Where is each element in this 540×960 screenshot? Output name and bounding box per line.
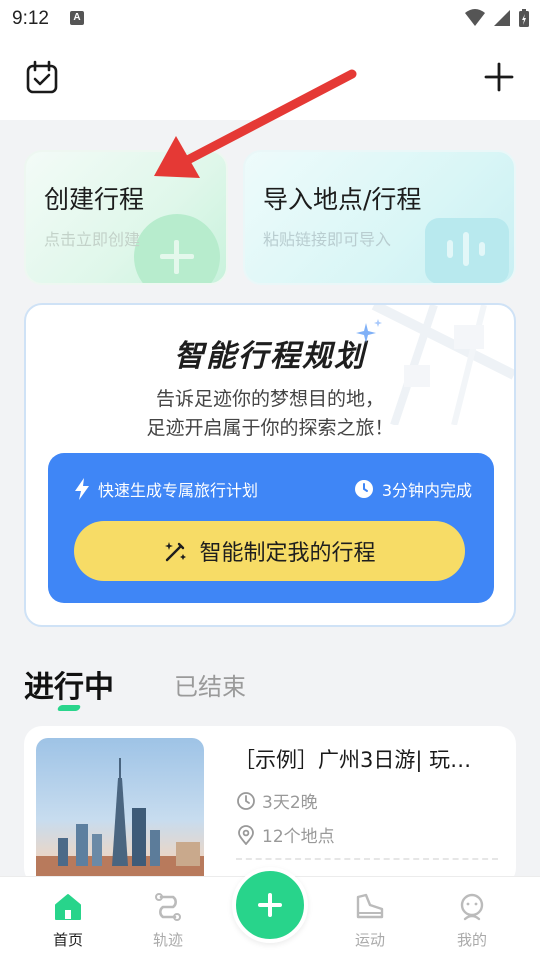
trip-cover-image <box>36 738 204 886</box>
tab-finished[interactable]: 已结束 <box>174 667 246 702</box>
nav-home[interactable]: 首页 <box>28 893 108 950</box>
create-plus-decoration <box>134 214 220 283</box>
smart-plan-description: 告诉足迹你的梦想目的地， 足迹开启属于你的探索之旅！ <box>26 385 514 443</box>
import-chart-decoration <box>425 218 509 283</box>
smart-plan-button[interactable]: 智能制定我的行程 <box>74 521 465 581</box>
nav-home-label: 首页 <box>52 931 83 949</box>
trip-divider <box>236 858 498 860</box>
trip-duration: 3天2晚 <box>236 788 318 813</box>
magic-wand-icon <box>165 542 187 562</box>
plus-icon <box>258 893 282 917</box>
create-trip-title: 创建行程 <box>44 185 145 214</box>
tab-indicator <box>56 705 82 711</box>
nav-track[interactable]: 轨迹 <box>128 893 208 950</box>
signal-icon <box>494 10 510 26</box>
smart-plan-desc-line2: 足迹开启属于你的探索之旅！ <box>146 417 394 439</box>
add-icon[interactable] <box>484 62 514 92</box>
track-icon <box>155 893 181 921</box>
sparkle-icon <box>356 319 382 343</box>
trip-places: 12个地点 <box>236 822 335 847</box>
smart-plan-desc-line1: 告诉足迹你的梦想目的地， <box>155 388 384 410</box>
location-pin-icon <box>238 824 254 845</box>
add-trip-fab[interactable] <box>232 867 308 943</box>
lightning-icon <box>75 478 89 500</box>
nav-sport[interactable]: 运动 <box>330 893 410 950</box>
nav-profile[interactable]: 我的 <box>432 893 512 950</box>
clock-icon <box>354 480 373 498</box>
city-skyline-illustration <box>36 758 204 886</box>
trip-card[interactable]: ［示例］广州3日游| 玩… 3天2晚 12个地点 <box>24 726 516 886</box>
trip-duration-label: 3天2晚 <box>262 793 318 813</box>
feature-fast: 快速生成专属旅行计划 <box>74 477 258 501</box>
tab-ongoing[interactable]: 进行中 <box>24 662 114 706</box>
import-subtitle: 粘贴链接即可导入 <box>263 230 392 249</box>
status-time: 9:12 <box>12 8 49 29</box>
battery-icon <box>519 9 529 27</box>
profile-icon <box>460 893 484 921</box>
smart-plan-button-label: 智能制定我的行程 <box>199 541 376 566</box>
home-icon <box>55 894 81 920</box>
nav-track-label: 轨迹 <box>152 931 183 949</box>
smart-plan-panel: 快速生成专属旅行计划 3分钟内完成 智能制定我的行程 <box>48 453 494 603</box>
smart-plan-title: 智能行程规划 <box>174 339 366 374</box>
status-bar: 9:12 A <box>0 0 540 40</box>
wifi-icon <box>465 9 485 26</box>
annotation-arrow-icon <box>154 69 357 178</box>
trip-title: ［示例］广州3日游| 玩… <box>234 748 472 772</box>
nav-profile-label: 我的 <box>456 931 487 949</box>
shoe-icon <box>356 893 384 919</box>
clock-icon <box>237 791 255 810</box>
trip-places-label: 12个地点 <box>262 827 335 847</box>
feature-time: 3分钟内完成 <box>354 477 472 501</box>
feature-time-label: 3分钟内完成 <box>381 481 472 500</box>
feature-fast-label: 快速生成专属旅行计划 <box>98 481 259 500</box>
nav-sport-label: 运动 <box>354 931 385 949</box>
notification-icon: A <box>70 11 84 25</box>
calendar-check-icon[interactable] <box>24 60 60 96</box>
create-trip-subtitle: 点击立即创建 <box>44 230 141 249</box>
smart-plan-card: 智能行程规划 告诉足迹你的梦想目的地， 足迹开启属于你的探索之旅！ 快速生成专属… <box>24 303 516 627</box>
